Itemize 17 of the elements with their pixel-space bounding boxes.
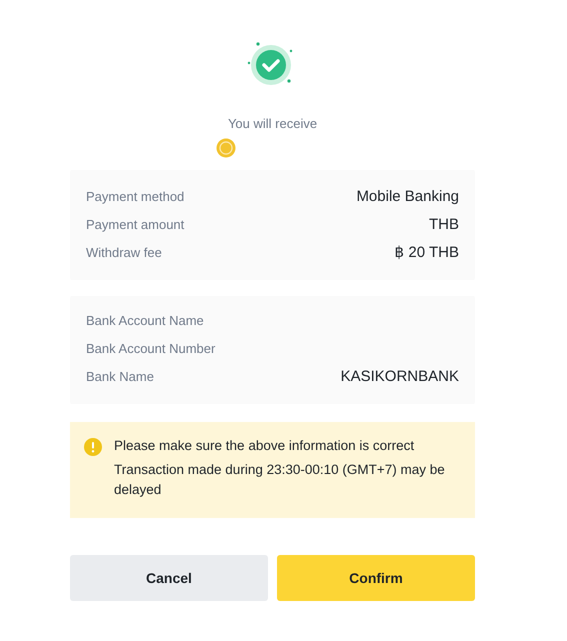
detail-label: Payment method (86, 188, 184, 204)
detail-label: Bank Name (86, 368, 154, 384)
detail-label: Payment amount (86, 216, 184, 232)
cancel-button[interactable]: Cancel (70, 555, 268, 601)
detail-label: Withdraw fee (86, 244, 162, 260)
detail-label: Bank Account Number (86, 340, 216, 356)
warning-icon (84, 438, 102, 456)
detail-label: Bank Account Name (86, 312, 204, 328)
notice-text: Transaction made during 23:30-00:10 (GMT+7) may be delayed (114, 461, 446, 499)
receive-heading: You will receive (228, 116, 318, 131)
detail-value: THB (429, 216, 459, 232)
confirm-button[interactable]: Confirm (277, 555, 475, 601)
detail-value: Mobile Banking (356, 188, 459, 204)
detail-value: ฿ 20 THB (394, 243, 459, 261)
coin-icon (216, 138, 236, 158)
notice-text: Please make sure the above information is correct (114, 437, 416, 455)
detail-value: KASIKORNBANK (340, 368, 459, 384)
